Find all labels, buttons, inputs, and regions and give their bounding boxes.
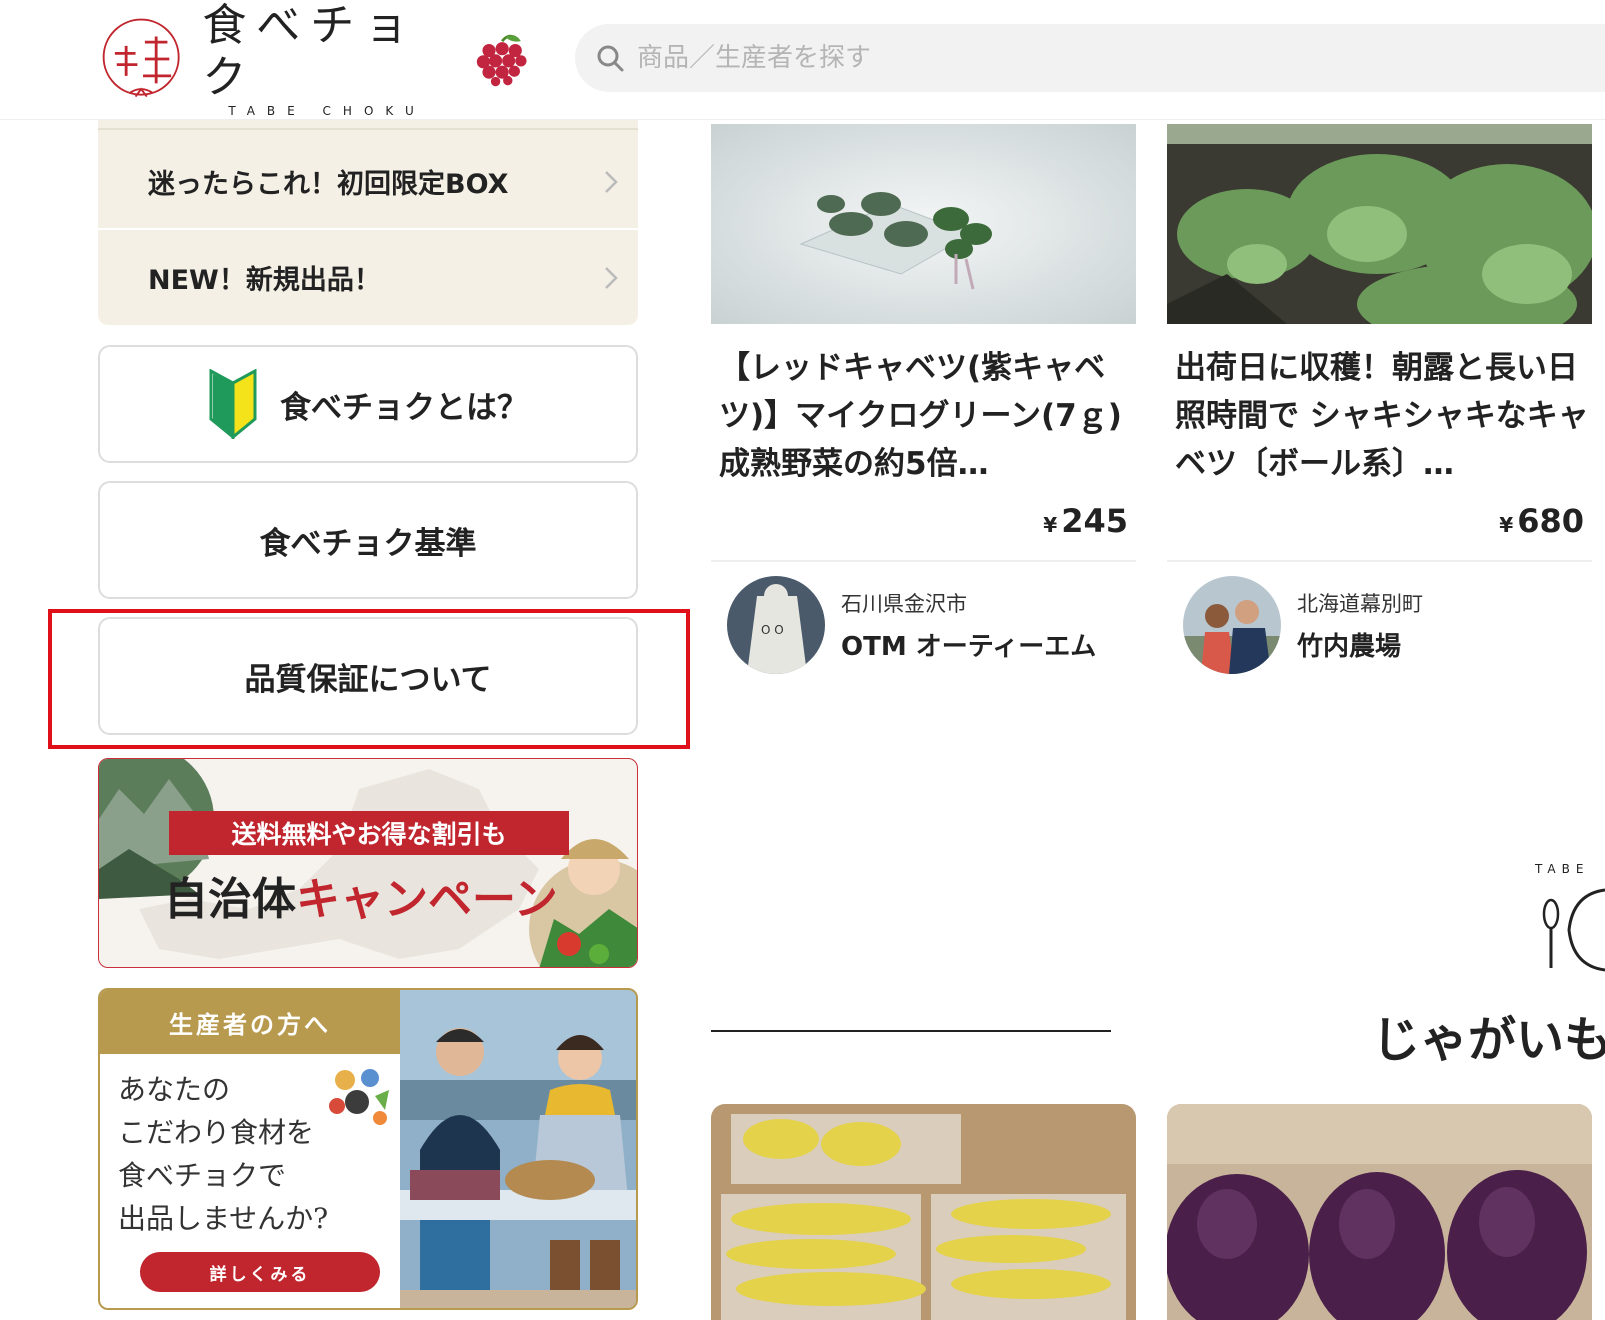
learn-more-button[interactable]: 詳しくみる — [140, 1252, 380, 1292]
seller-info[interactable]: O O 石川県金沢市 OTM オーティーエム — [711, 576, 1136, 674]
producer-banner-head: 生産者の方へ — [100, 990, 400, 1054]
product-card[interactable]: 出荷日に収穫！朝露と長い日照時間で シャキシャキなキャベツ〔ボール系〕… ¥68… — [1167, 124, 1592, 674]
product-image[interactable] — [711, 1104, 1136, 1320]
producer-banner-text: あなたの こだわり食材を 食べチョクで 出品しませんか? — [118, 1068, 328, 1240]
logo-japanese: 食べチョク — [202, 0, 419, 103]
producers-photo — [400, 990, 636, 1308]
product-price: ¥680 — [1167, 502, 1592, 540]
sidebar-item-label: 迷ったらこれ！初回限定BOX — [148, 168, 509, 200]
producer-text-line: 出品しませんか? — [118, 1202, 329, 1235]
svg-text:O O: O O — [761, 623, 784, 637]
site-header: 食べチョク TABE CHOKU — [0, 0, 1605, 120]
sidebar-item-label: NEW！新規出品！ — [148, 264, 381, 296]
price-symbol: ¥ — [1499, 513, 1514, 537]
product-price: ¥245 — [711, 502, 1136, 540]
food-illustration-icon — [329, 1069, 389, 1125]
brand-mark-small: TABE — [1535, 862, 1590, 876]
logo-seal-icon — [102, 18, 180, 98]
about-tabechoku-label: 食べチョクとは？ — [280, 389, 528, 426]
chevron-right-icon — [605, 267, 618, 289]
producer-text-line: こだわり食材を — [118, 1116, 315, 1149]
campaign-ribbon: 送料無料やお得な割引も — [169, 811, 569, 855]
seller-name[interactable]: OTM オーティーエム — [841, 626, 1096, 663]
seller-name[interactable]: 竹内農場 — [1297, 626, 1423, 663]
price-value: 245 — [1061, 502, 1128, 540]
section-divider — [711, 1030, 1111, 1032]
campaign-title: 自治体キャンペーン — [164, 863, 558, 927]
seller-avatar: O O — [727, 576, 825, 674]
grape-icon — [476, 34, 527, 87]
product-title[interactable]: 【レッドキャベツ(紫キャベツ)】マイクログリーン(7ｇ)成熟野菜の約5倍… — [711, 344, 1136, 488]
beginner-mark-icon — [209, 369, 257, 439]
product-image — [1167, 124, 1592, 324]
sidebar-divider — [98, 128, 638, 130]
seller-location: 北海道幕別町 — [1297, 591, 1423, 616]
sidebar-featured-links: 迷ったらこれ！初回限定BOX NEW！新規出品！ — [98, 120, 638, 325]
tabechoku-standards-button[interactable]: 食べチョク基準 — [98, 481, 638, 599]
divider — [711, 560, 1136, 562]
tabechoku-standards-label: 食べチョク基準 — [259, 525, 477, 562]
price-symbol: ¥ — [1043, 513, 1058, 537]
about-tabechoku-button[interactable]: 食べチョクとは？ — [98, 345, 638, 463]
product-card[interactable]: 【レッドキャベツ(紫キャベツ)】マイクログリーン(7ｇ)成熟野菜の約5倍… ¥2… — [711, 124, 1136, 674]
sidebar-item-new-products[interactable]: NEW！新規出品！ — [98, 230, 638, 324]
chevron-right-icon — [605, 171, 618, 193]
site-logo[interactable]: 食べチョク TABE CHOKU — [98, 0, 528, 118]
price-value: 680 — [1517, 502, 1584, 540]
seller-info[interactable]: 北海道幕別町 竹内農場 — [1167, 576, 1592, 674]
campaign-title-red: キャンペーン — [296, 874, 558, 925]
cutlery-emblem-icon — [1542, 888, 1605, 972]
producer-text-line: あなたの — [118, 1073, 231, 1106]
highlight-box — [48, 609, 690, 749]
seller-location: 石川県金沢市 — [841, 591, 967, 616]
producer-recruit-banner[interactable]: 生産者の方へ あなたの こだわり食材を 食べチョクで 出品しませんか? 詳しくみ… — [98, 988, 638, 1310]
section-title: じゃがいも — [1372, 1012, 1605, 1068]
product-image — [711, 124, 1136, 324]
yellow-potato-image — [711, 1104, 1136, 1320]
producer-text-line: 食べチョクで — [118, 1159, 287, 1192]
search-icon — [597, 45, 624, 72]
campaign-title-dark: 自治体 — [164, 874, 296, 925]
product-image[interactable] — [1167, 1104, 1592, 1320]
search-bar[interactable] — [575, 24, 1605, 92]
sidebar-item-first-box[interactable]: 迷ったらこれ！初回限定BOX — [98, 134, 638, 228]
product-title[interactable]: 出荷日に収穫！朝露と長い日照時間で シャキシャキなキャベツ〔ボール系〕… — [1167, 344, 1592, 488]
municipality-campaign-banner[interactable]: 送料無料やお得な割引も 自治体キャンペーン — [98, 758, 638, 968]
search-input[interactable] — [637, 43, 1337, 73]
logo-english: TABE CHOKU — [228, 104, 426, 118]
seller-avatar — [1183, 576, 1281, 674]
purple-potato-image — [1167, 1104, 1592, 1320]
divider — [1167, 560, 1592, 562]
